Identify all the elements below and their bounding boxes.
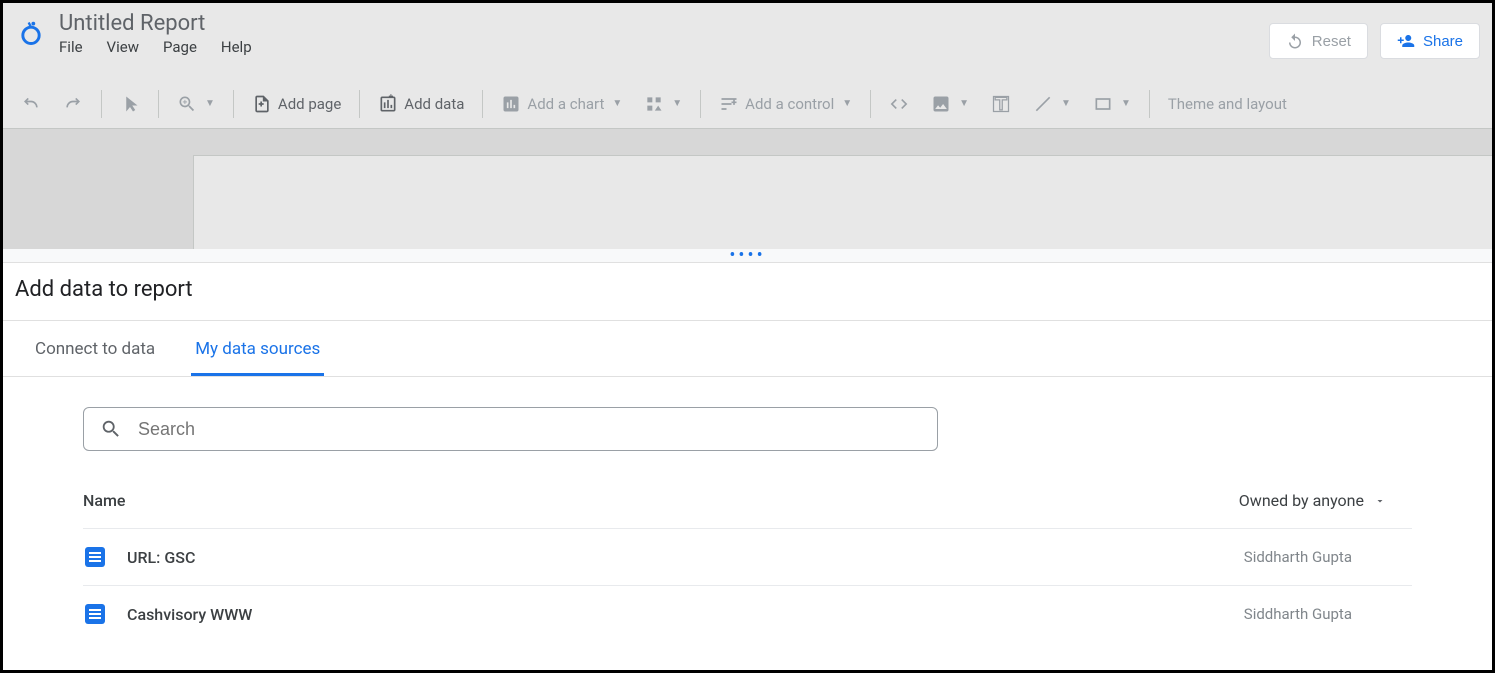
person-add-icon <box>1397 32 1415 50</box>
line-icon <box>1033 94 1053 114</box>
caret-down-icon: ▼ <box>842 98 852 109</box>
reset-button[interactable]: Reset <box>1269 23 1368 59</box>
menu-help[interactable]: Help <box>221 38 252 56</box>
data-source-icon <box>83 602 107 626</box>
menu-view[interactable]: View <box>107 38 139 56</box>
tab-connect-to-data[interactable]: Connect to data <box>31 321 159 376</box>
owner-filter[interactable]: Owned by anyone <box>1239 491 1412 510</box>
share-button[interactable]: Share <box>1380 23 1480 59</box>
text-button[interactable] <box>981 88 1021 120</box>
panel-drag-handle[interactable]: •••• <box>3 249 1492 263</box>
add-data-icon <box>378 94 398 114</box>
zoom-tool[interactable]: ▼ <box>167 88 225 120</box>
tabs: Connect to data My data sources <box>3 321 1492 377</box>
caret-down-icon: ▼ <box>205 98 215 109</box>
panel-content: Name Owned by anyone URL: GSC Siddharth … <box>3 377 1492 642</box>
caret-down-icon: ▼ <box>1121 98 1131 109</box>
text-icon <box>991 94 1011 114</box>
redo-button[interactable] <box>53 88 93 120</box>
zoom-icon <box>177 94 197 114</box>
menu-file[interactable]: File <box>59 38 83 56</box>
theme-layout-button[interactable]: Theme and layout <box>1158 89 1297 119</box>
image-icon <box>931 94 951 114</box>
search-box[interactable] <box>83 407 938 451</box>
caret-down-icon: ▼ <box>1061 98 1071 109</box>
undo-icon <box>21 94 41 114</box>
data-source-row[interactable]: URL: GSC Siddharth Gupta <box>83 528 1412 585</box>
rectangle-icon <box>1093 94 1113 114</box>
panel-title: Add data to report <box>3 263 1492 321</box>
line-button[interactable]: ▼ <box>1023 88 1081 120</box>
menu-bar: File View Page Help <box>59 38 252 56</box>
search-input[interactable] <box>138 419 921 440</box>
menu-page[interactable]: Page <box>163 38 197 56</box>
report-title[interactable]: Untitled Report <box>59 11 252 36</box>
add-page-button[interactable]: Add page <box>242 88 351 120</box>
code-icon <box>889 94 909 114</box>
select-tool[interactable] <box>110 88 150 120</box>
caret-down-icon: ▼ <box>612 98 622 109</box>
url-embed-button[interactable] <box>879 88 919 120</box>
add-data-button[interactable]: Add data <box>368 88 474 120</box>
caret-down-icon: ▼ <box>672 98 682 109</box>
caret-down-icon: ▼ <box>959 98 969 109</box>
data-source-name: URL: GSC <box>127 548 1244 567</box>
image-button[interactable]: ▼ <box>921 88 979 120</box>
undo-arrow-icon <box>1286 32 1304 50</box>
canvas-page[interactable] <box>193 155 1492 249</box>
tab-my-data-sources[interactable]: My data sources <box>191 321 324 376</box>
cursor-icon <box>120 94 140 114</box>
redo-icon <box>63 94 83 114</box>
shapes-icon <box>644 94 664 114</box>
shape-button[interactable]: ▼ <box>1083 88 1141 120</box>
list-header: Name Owned by anyone <box>83 451 1412 528</box>
data-source-row[interactable]: Cashvisory WWW Siddharth Gupta <box>83 585 1412 642</box>
caret-down-icon <box>1374 495 1386 507</box>
add-chart-button[interactable]: Add a chart▼ <box>491 88 632 120</box>
canvas-area <box>3 129 1492 249</box>
control-icon <box>719 94 739 114</box>
app-header: Untitled Report File View Page Help Rese… <box>3 3 1492 79</box>
add-control-button[interactable]: Add a control▼ <box>709 88 862 120</box>
data-source-icon <box>83 545 107 569</box>
add-page-icon <box>252 94 272 114</box>
app-logo <box>15 17 47 49</box>
data-source-name: Cashvisory WWW <box>127 605 1244 624</box>
chart-icon <box>501 94 521 114</box>
toolbar: ▼ Add page Add data Add a chart▼ ▼ Add a… <box>3 79 1492 129</box>
data-source-owner: Siddharth Gupta <box>1244 548 1412 566</box>
community-button[interactable]: ▼ <box>634 88 692 120</box>
undo-button[interactable] <box>11 88 51 120</box>
search-icon <box>100 418 122 440</box>
data-source-owner: Siddharth Gupta <box>1244 605 1412 623</box>
column-name: Name <box>83 491 1239 510</box>
